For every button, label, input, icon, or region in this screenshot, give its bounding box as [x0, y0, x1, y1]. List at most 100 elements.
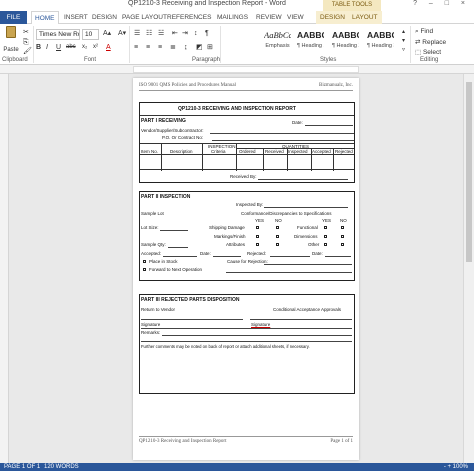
- tab-table-layout[interactable]: LAYOUT: [348, 11, 382, 24]
- style-preview: AABBCC: [297, 30, 324, 40]
- justify-icon[interactable]: ≣: [170, 43, 176, 52]
- markings-label: Markings/Finish: [214, 234, 246, 239]
- ruler-page-area: [133, 66, 359, 73]
- copy-icon[interactable]: ⎘: [23, 38, 29, 47]
- style-heading-3[interactable]: AABBCC ¶ Heading 3: [366, 27, 395, 53]
- markings-yes-checkbox[interactable]: [256, 235, 259, 238]
- paste-label: Paste: [3, 47, 19, 53]
- font-name-box[interactable]: Times New Ro: [36, 29, 80, 40]
- tab-review[interactable]: REVIEW: [256, 11, 282, 24]
- attributes-label: Attributes: [226, 242, 246, 247]
- accepted-label: Accepted:: [141, 251, 162, 256]
- show-marks-icon[interactable]: ¶: [205, 29, 209, 38]
- shipping-damage-no-checkbox[interactable]: [276, 226, 279, 229]
- style-heading-1[interactable]: AABBCC ¶ Heading 1: [296, 27, 325, 53]
- attributes-yes-checkbox[interactable]: [256, 243, 259, 246]
- style-heading-2[interactable]: AABBC ¶ Heading 2: [331, 27, 360, 53]
- superscript-button[interactable]: x²: [93, 43, 98, 52]
- functional-no-checkbox[interactable]: [341, 226, 344, 229]
- dimensions-yes-checkbox[interactable]: [324, 235, 327, 238]
- lot-size-label: Lot Size:: [141, 225, 159, 230]
- tab-home[interactable]: HOME: [31, 11, 59, 25]
- tab-view[interactable]: VIEW: [287, 11, 304, 24]
- part3-heading: PART III REJECTED PARTS DISPOSITION: [141, 297, 240, 303]
- replace-button[interactable]: ⇄ Replace: [415, 38, 446, 46]
- subscript-button[interactable]: x₂: [82, 43, 87, 52]
- place-stock-checkbox[interactable]: [143, 260, 146, 263]
- align-right-icon[interactable]: ≡: [158, 43, 162, 52]
- bold-button[interactable]: B: [36, 43, 41, 52]
- tab-references[interactable]: REFERENCES: [167, 11, 211, 24]
- tab-mailings[interactable]: MAILINGS: [217, 11, 248, 24]
- inspected-by-label: Inspected By:: [236, 202, 264, 207]
- footer-rule: [139, 436, 353, 437]
- separator: [220, 26, 221, 63]
- form-title: QP1210-3 RECEIVING AND INSPECTION REPORT: [178, 106, 296, 112]
- numbering-icon[interactable]: ☷: [146, 29, 152, 38]
- paste-button[interactable]: Paste: [2, 26, 20, 53]
- yes-label-left: YES: [255, 218, 265, 223]
- scroll-thumb[interactable]: [466, 82, 472, 262]
- underline-button[interactable]: U: [56, 43, 61, 52]
- part3-box: PART III REJECTED PARTS DISPOSITION Retu…: [139, 294, 355, 394]
- shading-icon[interactable]: ◩: [196, 43, 203, 52]
- format-painter-icon[interactable]: 🖌: [23, 47, 32, 56]
- grow-font-icon[interactable]: A▴: [103, 29, 111, 38]
- markings-no-checkbox[interactable]: [276, 235, 279, 238]
- tab-design[interactable]: DESIGN: [92, 11, 117, 24]
- bullets-icon[interactable]: ☰: [134, 29, 140, 38]
- style-preview: AABBC: [332, 30, 359, 40]
- tab-table-design[interactable]: DESIGN: [316, 11, 349, 24]
- signature-rule: [141, 328, 352, 329]
- tab-page-layout[interactable]: PAGE LAYOUT: [122, 11, 167, 24]
- word-count[interactable]: 120 WORDS: [44, 463, 79, 471]
- shrink-font-icon[interactable]: A▾: [118, 29, 126, 38]
- attributes-no-checkbox[interactable]: [276, 243, 279, 246]
- no-label-right: NO: [340, 218, 347, 223]
- align-center-icon[interactable]: ≡: [146, 43, 150, 52]
- line-spacing-icon[interactable]: ↨: [184, 43, 188, 52]
- dimensions-no-checkbox[interactable]: [341, 235, 344, 238]
- conformance-label: Conformance/Discrepancies to Specificati…: [241, 211, 332, 216]
- date-accepted-line: [213, 256, 241, 257]
- vertical-scrollbar[interactable]: [463, 74, 474, 463]
- tab-file[interactable]: FILE: [0, 11, 27, 24]
- items-table: INSPECTION QUANTITIES Item No. Descripti…: [140, 143, 354, 171]
- other-no-checkbox[interactable]: [341, 243, 344, 246]
- replace-label: Replace: [422, 39, 447, 46]
- vertical-ruler[interactable]: [0, 74, 9, 463]
- functional-yes-checkbox[interactable]: [324, 226, 327, 229]
- editing-group-label: Editing: [420, 57, 439, 63]
- multilevel-list-icon[interactable]: ☱: [158, 29, 164, 38]
- no-label-left: NO: [275, 218, 282, 223]
- cut-icon[interactable]: ✂: [23, 28, 29, 37]
- zoom-control[interactable]: - + 100%: [444, 463, 468, 471]
- sort-icon[interactable]: ↕: [194, 29, 198, 38]
- horizontal-ruler[interactable]: [0, 65, 474, 74]
- other-yes-checkbox[interactable]: [324, 243, 327, 246]
- italic-button[interactable]: I: [46, 43, 48, 52]
- decrease-indent-icon[interactable]: ⇤: [172, 29, 178, 38]
- window-controls[interactable]: ? – □ ×: [413, 0, 470, 7]
- separator: [410, 26, 411, 63]
- strikethrough-button[interactable]: abc: [66, 43, 76, 52]
- rejected-line: [270, 256, 310, 257]
- document-page[interactable]: ISO 9001 QMS Policies and Procedures Man…: [133, 78, 359, 460]
- styles-more-icon[interactable]: ▴ ▾ ▿: [402, 28, 405, 55]
- align-left-icon[interactable]: ≡: [134, 43, 138, 52]
- shipping-damage-yes-checkbox[interactable]: [256, 226, 259, 229]
- increase-indent-icon[interactable]: ⇥: [182, 29, 188, 38]
- borders-icon[interactable]: ⊞: [207, 43, 213, 52]
- col-ordered: Ordered: [239, 149, 256, 154]
- find-button[interactable]: ⌕ Find: [415, 28, 433, 36]
- font-size-box[interactable]: 10: [82, 29, 99, 40]
- select-button[interactable]: ⬚ Select: [415, 48, 441, 56]
- part1-heading: PART I RECEIVING: [141, 118, 186, 124]
- style-emphasis[interactable]: AaBbCcI Emphasis: [263, 27, 292, 53]
- functional-label: Functional: [297, 225, 318, 230]
- forward-checkbox[interactable]: [143, 268, 146, 271]
- font-color-button[interactable]: A: [106, 43, 111, 52]
- tab-insert[interactable]: INSERT: [64, 11, 88, 24]
- page-count[interactable]: PAGE 1 OF 1: [4, 463, 40, 471]
- sample-qty-line: [168, 247, 188, 248]
